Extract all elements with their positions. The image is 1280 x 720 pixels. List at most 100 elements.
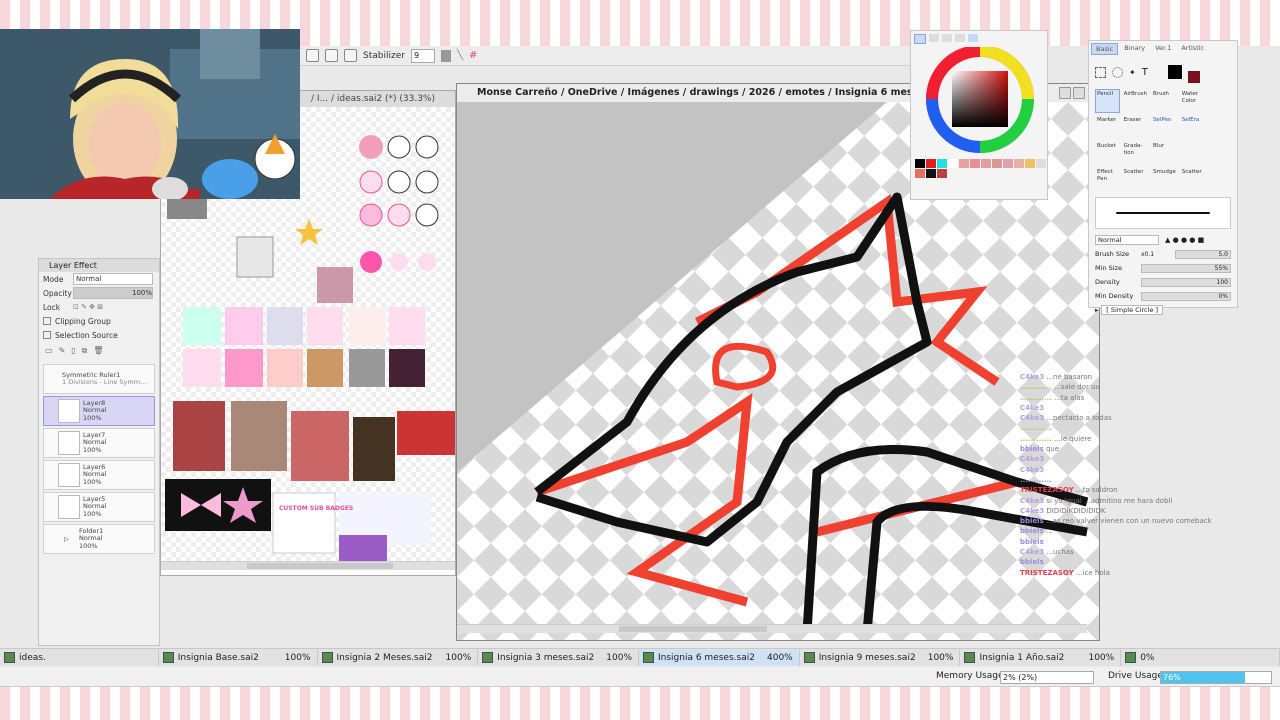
expand-arrow-icon[interactable]: ▸ [1095, 306, 1098, 314]
tool-button-1[interactable] [306, 49, 319, 62]
line-tool-icon[interactable]: ╲ [457, 50, 463, 61]
mode-select[interactable]: Normal [73, 273, 153, 285]
brush-tool[interactable]: Scatter [1180, 167, 1205, 191]
brush-tool[interactable]: Effect Pen [1095, 167, 1120, 191]
brush-tool[interactable]: Eraser [1122, 115, 1149, 139]
min-size-slider[interactable]: 55% [1141, 263, 1231, 273]
document-tab[interactable]: Insignia 3 meses.sai2 100% [478, 649, 639, 666]
brush-tool[interactable] [1206, 167, 1231, 191]
swatch[interactable] [915, 159, 925, 168]
swatch[interactable] [926, 169, 936, 178]
rgb-slider-tab[interactable] [929, 34, 939, 42]
document-tab[interactable]: Insignia 9 meses.sai2 100% [800, 649, 961, 666]
swatch[interactable] [970, 159, 980, 168]
checkbox[interactable] [43, 331, 51, 339]
chevron-down-icon[interactable] [440, 49, 451, 62]
document-tab[interactable]: Insignia Base.sai2 100% [159, 649, 318, 666]
layer-item[interactable]: Layer6 Normal 100% [43, 460, 155, 490]
brush-tool[interactable] [1206, 141, 1231, 165]
layer-item[interactable]: ▷ Folder1 Normal 100% [43, 524, 155, 554]
swatches-tab[interactable] [955, 34, 965, 42]
new-linework-icon[interactable]: ✎ [59, 346, 66, 356]
brush-tool[interactable]: SelEra [1180, 115, 1205, 139]
swatch[interactable] [926, 159, 936, 168]
brush-tool[interactable]: Grada-tion [1122, 141, 1149, 165]
color-wheel-tab[interactable] [914, 34, 926, 44]
maximize-button[interactable] [1073, 87, 1085, 99]
swatch[interactable] [959, 159, 969, 168]
swatch[interactable] [937, 169, 947, 178]
swatch[interactable] [1025, 159, 1035, 168]
swatch[interactable] [1014, 159, 1024, 168]
tab-binary[interactable]: Binary [1120, 43, 1149, 55]
text-icon[interactable]: T [1142, 67, 1148, 78]
ideas-horizontal-scrollbar[interactable] [161, 561, 455, 570]
doc-horizontal-scrollbar[interactable] [457, 624, 1087, 633]
grid-tool-icon[interactable]: # [469, 50, 477, 61]
brush-tool[interactable]: AirBrush [1122, 89, 1149, 113]
min-density-slider[interactable]: 0% [1141, 291, 1231, 301]
scroll-thumb[interactable] [619, 626, 767, 632]
layer-item[interactable]: Layer8 Normal 100% [43, 396, 155, 426]
select-icon[interactable] [1095, 66, 1106, 78]
lasso-icon[interactable] [1112, 66, 1123, 78]
blend-mode-select[interactable]: Normal [1095, 235, 1159, 245]
tab-ver1[interactable]: Ver.1 [1151, 43, 1175, 55]
tab-basic[interactable]: Basic [1091, 43, 1119, 55]
brush-tool[interactable]: Pencil [1095, 89, 1120, 113]
layer-item[interactable]: Symmetric Ruler1 1 Divisions - Line Symm… [43, 364, 155, 394]
density-slider[interactable]: 100 [1141, 277, 1231, 287]
brush-tool[interactable] [1206, 89, 1231, 113]
swatch[interactable] [981, 159, 991, 168]
document-tab[interactable]: Insignia 2 Meses.sai2 100% [318, 649, 479, 666]
brush-tool[interactable]: Marker [1095, 115, 1120, 139]
new-layer-icon[interactable]: ▭ [45, 346, 53, 356]
tool-button-2[interactable] [325, 49, 338, 62]
trash-icon[interactable]: 🗑 [93, 346, 103, 356]
brush-tool[interactable]: Smudge [1151, 167, 1178, 191]
folder-expand-icon[interactable]: ▷ [64, 535, 69, 543]
tool-button-3[interactable] [344, 49, 357, 62]
document-tab[interactable]: 0% [1121, 649, 1280, 666]
document-tab[interactable]: ideas. [0, 649, 159, 666]
brush-tool[interactable]: Scatter [1122, 167, 1149, 191]
scratchpad-tab[interactable] [968, 34, 978, 42]
secondary-color-swatch[interactable] [1187, 71, 1200, 83]
brush-size-slider[interactable]: 5.0 [1175, 249, 1231, 259]
document-tab[interactable]: Insignia 6 meses.sai2 400% [639, 649, 800, 666]
opacity-slider[interactable]: 100% [73, 287, 153, 299]
swatch[interactable] [1003, 159, 1013, 168]
brush-tool[interactable]: Water Color [1180, 89, 1205, 113]
hsv-slider-tab[interactable] [942, 34, 952, 42]
clipping-group-row[interactable]: Clipping Group [39, 314, 159, 328]
brush-tool[interactable]: Bucket [1095, 141, 1120, 165]
magic-wand-icon[interactable]: ✦ [1129, 68, 1136, 77]
brush-tool[interactable]: Brush [1151, 89, 1178, 113]
brush-size-multiplier[interactable]: x0.1 [1141, 251, 1175, 258]
brush-tool[interactable]: Blur [1151, 141, 1178, 165]
brush-tool[interactable] [1206, 115, 1231, 139]
layer-item[interactable]: Layer5 Normal 100% [43, 492, 155, 522]
swatch[interactable] [915, 169, 925, 178]
brush-tip-shapes[interactable]: ▲ ● ● ● ■ [1165, 236, 1204, 244]
selection-source-row[interactable]: Selection Source [39, 328, 159, 342]
minimize-button[interactable] [1059, 87, 1071, 99]
tab-artistic[interactable]: Artistic [1177, 43, 1208, 55]
lock-icons[interactable]: ⊡ ✎ ✥ ⊠ [73, 303, 103, 311]
swatch[interactable] [948, 159, 958, 168]
swatch[interactable] [992, 159, 1002, 168]
document-tab[interactable]: Insignia 1 Año.sai2 100% [960, 649, 1122, 666]
primary-color-swatch[interactable] [1167, 65, 1182, 79]
copy-layer-icon[interactable]: ⧉ [82, 346, 88, 356]
brush-tool[interactable]: SelPen [1151, 115, 1178, 139]
scroll-thumb[interactable] [247, 563, 393, 569]
stabilizer-select[interactable]: 9 [410, 48, 435, 63]
color-wheel[interactable] [911, 45, 1049, 157]
layer-item[interactable]: Layer7 Normal 100% [43, 428, 155, 458]
checkbox[interactable] [43, 317, 51, 325]
brush-tool[interactable] [1180, 141, 1205, 165]
swatch[interactable] [937, 159, 947, 168]
swatch[interactable] [1036, 159, 1046, 168]
layer-effect-header[interactable]: Layer Effect [39, 259, 159, 272]
new-folder-icon[interactable]: ▯ [71, 346, 75, 356]
